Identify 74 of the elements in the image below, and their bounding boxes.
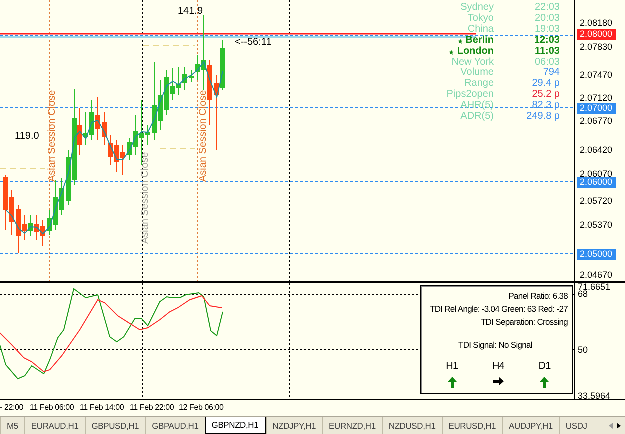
price-label: 2.05370 xyxy=(580,220,613,230)
price-label: 2.05720 xyxy=(580,196,613,206)
price-label: 2.08180 xyxy=(580,18,613,28)
panel-text: TDI Separation: Crossing xyxy=(480,316,568,329)
right-caret-icon xyxy=(617,422,621,428)
chart-annotation: 119.0 xyxy=(15,131,40,143)
scroll-right-button[interactable] xyxy=(617,422,621,428)
session-label: Asian Session Close xyxy=(198,90,209,182)
info-value: 249.8 p xyxy=(526,112,560,123)
time-label: 11 Feb 06:00 xyxy=(30,402,74,413)
timeframe-label: D1 xyxy=(538,361,551,372)
chart-tab[interactable]: USDJ xyxy=(558,417,594,434)
info-value: 06:03 xyxy=(534,58,560,68)
info-value: 19:03 xyxy=(534,24,560,36)
indicator-label: 50 xyxy=(578,345,588,355)
indicator-label: 71.6651 xyxy=(578,282,611,292)
info-value: 12:03 xyxy=(533,36,560,47)
info-label: New York xyxy=(452,58,494,68)
price-marker: 2.08000 xyxy=(577,29,616,40)
info-value: 22:03 xyxy=(534,3,560,14)
chart-annotation: <--56:11 xyxy=(235,37,272,49)
timeframe-label: H4 xyxy=(492,361,505,372)
info-label: Pips2open xyxy=(446,90,494,100)
chart-tab[interactable]: GBPUSD,H1 xyxy=(84,417,146,434)
info-label: Volume xyxy=(460,68,494,79)
time-label: 11 Feb 22:00 xyxy=(130,402,174,413)
info-label: London xyxy=(457,46,494,58)
chart-tab[interactable]: NZDJPY,H1 xyxy=(266,417,322,434)
price-label: 2.06070 xyxy=(580,169,613,179)
info-label: China xyxy=(468,24,494,36)
up-arrow-icon xyxy=(448,377,457,388)
info-value: 25.2 p xyxy=(531,90,560,101)
info-value: 794 xyxy=(542,68,560,79)
info-label: Tokyo xyxy=(468,14,494,24)
price-label: 2.07120 xyxy=(580,93,613,103)
info-value: 20:03 xyxy=(534,14,560,25)
panel-text: TDI Rel Angle: -3.04 Green: 63 Red: -27 xyxy=(430,303,568,316)
price-label: 2.06770 xyxy=(580,116,613,126)
info-label: ADR(5) xyxy=(460,112,494,123)
price-label: 2.04670 xyxy=(580,270,613,280)
chart-tab[interactable]: EURUSD,H1 xyxy=(442,417,502,434)
up-arrow-icon xyxy=(540,377,550,388)
chart-tab[interactable]: M5 xyxy=(0,417,24,434)
time-label: 12 Feb 06:00 xyxy=(179,402,224,413)
info-value: 11:03 xyxy=(534,46,560,58)
chart-tab[interactable]: NZDUSD,H1 xyxy=(382,417,442,434)
indicator-label: 68 xyxy=(578,289,588,299)
info-label: Sydney xyxy=(460,3,494,14)
info-value: 29.4 p xyxy=(531,79,560,90)
price-marker: 2.06000 xyxy=(577,177,616,188)
left-caret-icon xyxy=(609,422,613,428)
session-label: Asian Session Close xyxy=(47,90,58,182)
chart-tab[interactable]: EURAUD,H1 xyxy=(24,417,85,434)
session-label: Asian Session Close xyxy=(140,152,151,244)
active-marker-icon xyxy=(458,38,463,44)
info-label: Berlin xyxy=(466,36,494,46)
active-marker-icon xyxy=(449,50,454,55)
panel-text: Panel Ratio: 6.38 xyxy=(508,290,568,303)
price-label: 2.06420 xyxy=(580,145,613,155)
info-label: Range xyxy=(464,79,494,90)
price-marker: 2.05000 xyxy=(577,249,616,260)
right-arrow-icon xyxy=(492,377,504,386)
indicator-label: 33.5964 xyxy=(578,391,611,401)
chart-annotation: 141.9 xyxy=(178,6,204,18)
price-marker: 2.07000 xyxy=(577,103,616,114)
price-label: 2.07470 xyxy=(580,70,613,80)
price-label: 2.07830 xyxy=(580,42,613,52)
timeframe-label: H1 xyxy=(446,361,458,372)
signal-text: TDI Signal: No Signal xyxy=(458,339,532,351)
time-label: 11 Feb 14:00 xyxy=(80,402,124,413)
chart-tab[interactable]: AUDJPY,H1 xyxy=(502,417,559,434)
chart-tab[interactable]: GBPNZD,H1 xyxy=(204,417,266,434)
time-label: - 22:00 xyxy=(0,402,24,413)
chart-tab[interactable]: EURNZD,H1 xyxy=(322,417,382,434)
